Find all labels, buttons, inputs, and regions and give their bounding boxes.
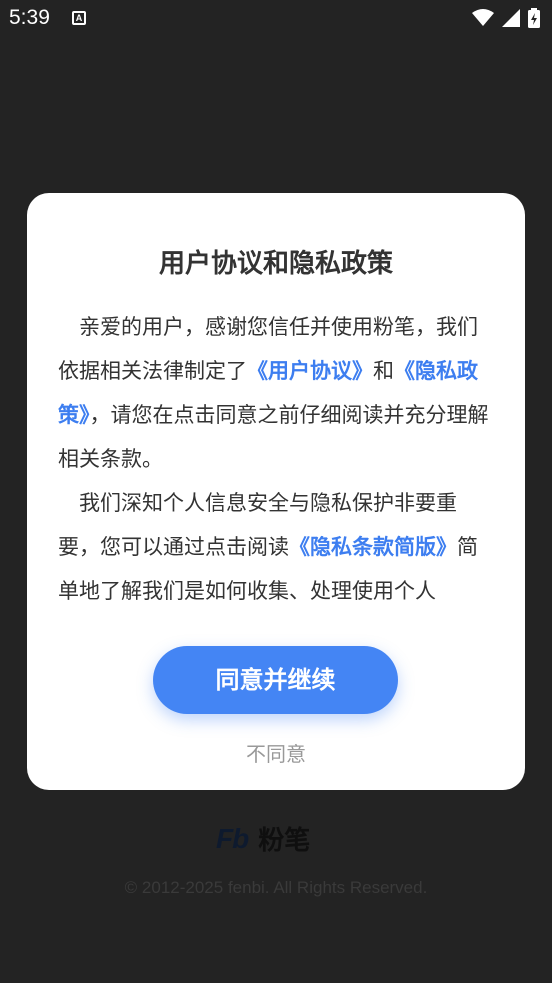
status-icons — [472, 8, 540, 28]
copyright-text: © 2012-2025 fenbi. All Rights Reserved. — [124, 878, 428, 897]
paragraph-privacy: 我们深知个人信息安全与隐私保护非要重要，您可以通过点击阅读《隐私条款简版》简单地… — [58, 481, 498, 613]
agree-continue-button[interactable]: 同意并继续 — [153, 646, 398, 714]
status-bar: 5:39 A — [0, 0, 552, 38]
brand-name: 粉笔 — [258, 826, 311, 856]
privacy-dialog: 用户协议和隐私政策 亲爱的用户，感谢您信任并使用粉笔，我们依据相关法律制定了《用… — [27, 193, 525, 790]
brand: Fb 粉笔 — [216, 820, 310, 857]
a-icon: A — [72, 11, 86, 25]
intro-text-3: ，请您在点击同意之前仔细阅读并充分理解相关条款。 — [58, 403, 489, 471]
wifi-icon — [472, 9, 494, 26]
privacy-summary-link[interactable]: 《隐私条款简版》 — [289, 535, 457, 559]
paragraph-intro: 亲爱的用户，感谢您信任并使用粉笔，我们依据相关法律制定了《用户协议》和《隐私政策… — [58, 305, 498, 481]
disagree-button[interactable]: 不同意 — [27, 738, 525, 767]
intro-text-2: 和 — [373, 359, 394, 383]
user-agreement-link[interactable]: 《用户协议》 — [247, 359, 373, 383]
brand-logo: Fb — [216, 822, 249, 854]
status-time: 5:39 — [9, 6, 50, 29]
dialog-body: 亲爱的用户，感谢您信任并使用粉笔，我们依据相关法律制定了《用户协议》和《隐私政策… — [58, 305, 498, 613]
dialog-title: 用户协议和隐私政策 — [158, 249, 393, 279]
battery-charging-icon — [528, 8, 540, 28]
signal-icon — [502, 9, 520, 27]
